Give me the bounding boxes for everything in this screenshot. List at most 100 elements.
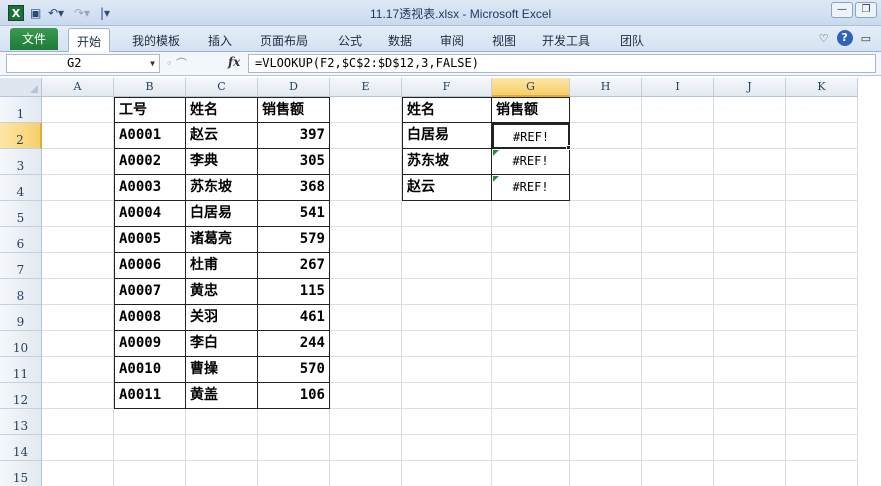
table-header-cell[interactable]: 姓名 xyxy=(186,97,258,123)
row-header-6[interactable]: 6 xyxy=(0,227,42,253)
row-header-1[interactable]: 1 xyxy=(0,97,42,123)
table-cell[interactable]: A0005 xyxy=(114,227,186,253)
table-cell[interactable]: 黄忠 xyxy=(186,279,258,305)
table-cell[interactable]: 305 xyxy=(258,149,330,175)
tab-developer[interactable]: 开发工具 xyxy=(542,32,590,49)
row-header-13[interactable]: 13 xyxy=(0,409,42,435)
row-header-11[interactable]: 11 xyxy=(0,357,42,383)
column-header-d[interactable]: D xyxy=(258,78,330,97)
tab-my-templates[interactable]: 我的模板 xyxy=(132,32,180,49)
name-box[interactable]: G2 ▼ xyxy=(6,54,160,73)
ribbon-options-icon[interactable]: ▭ xyxy=(861,32,871,45)
save-icon[interactable]: ▣ xyxy=(30,4,41,22)
tab-insert[interactable]: 插入 xyxy=(208,32,232,49)
table-cell[interactable]: 苏东坡 xyxy=(186,175,258,201)
row-header-10[interactable]: 10 xyxy=(0,331,42,357)
table-cell[interactable]: 570 xyxy=(258,357,330,383)
column-header-k[interactable]: K xyxy=(786,78,858,97)
row-header-3[interactable]: 3 xyxy=(0,149,42,175)
table-cell[interactable]: 397 xyxy=(258,123,330,149)
excel-app-icon[interactable]: X xyxy=(8,5,24,21)
table-cell[interactable]: 白居易 xyxy=(186,201,258,227)
table-header-cell[interactable]: 工号 xyxy=(114,97,186,123)
select-all-button[interactable] xyxy=(0,78,42,97)
table-cell[interactable]: A0011 xyxy=(114,383,186,409)
table-cell[interactable]: 赵云 xyxy=(186,123,258,149)
tab-review[interactable]: 审阅 xyxy=(440,32,464,49)
table-cell[interactable]: 267 xyxy=(258,253,330,279)
formula-bar: G2 ▼ ◦ ⌒ fx =VLOOKUP(F2,$C$2:$D$12,3,FAL… xyxy=(0,52,881,76)
column-header-g[interactable]: G xyxy=(492,78,570,97)
table-cell[interactable]: 541 xyxy=(258,201,330,227)
table-cell[interactable]: A0001 xyxy=(114,123,186,149)
table-cell[interactable]: 李白 xyxy=(186,331,258,357)
tab-home[interactable]: 开始 xyxy=(68,28,111,52)
column-header-i[interactable]: I xyxy=(642,78,714,97)
table-cell[interactable]: 244 xyxy=(258,331,330,357)
lookup-name-cell[interactable]: 苏东坡 xyxy=(402,149,492,175)
row-header-12[interactable]: 12 xyxy=(0,383,42,409)
column-header-h[interactable]: H xyxy=(570,78,642,97)
chevron-down-icon[interactable]: ▼ xyxy=(150,55,155,72)
tab-file[interactable]: 文件 xyxy=(10,28,58,50)
table-cell[interactable]: 黄盖 xyxy=(186,383,258,409)
row-header-9[interactable]: 9 xyxy=(0,305,42,331)
table-cell[interactable]: 曹操 xyxy=(186,357,258,383)
column-header-f[interactable]: F xyxy=(402,78,492,97)
lookup-result-cell[interactable]: #REF! xyxy=(492,149,570,175)
table-cell[interactable]: A0004 xyxy=(114,201,186,227)
table-cell[interactable]: 关羽 xyxy=(186,305,258,331)
row-header-2[interactable]: 2 xyxy=(0,123,42,149)
minimize-ribbon-icon[interactable]: ♡ xyxy=(819,32,829,45)
tab-view[interactable]: 视图 xyxy=(492,32,516,49)
column-header-b[interactable]: B xyxy=(114,78,186,97)
redo-icon[interactable]: ↷▾ xyxy=(74,4,90,22)
row-header-7[interactable]: 7 xyxy=(0,253,42,279)
table-cell[interactable]: A0003 xyxy=(114,175,186,201)
help-icon[interactable]: ? xyxy=(836,30,853,46)
row-header-14[interactable]: 14 xyxy=(0,435,42,461)
table-cell[interactable]: 106 xyxy=(258,383,330,409)
column-header-c[interactable]: C xyxy=(186,78,258,97)
undo-icon[interactable]: ↶▾ xyxy=(48,4,64,22)
row-header-5[interactable]: 5 xyxy=(0,201,42,227)
table-cell[interactable]: 诸葛亮 xyxy=(186,227,258,253)
table-cell[interactable]: A0007 xyxy=(114,279,186,305)
table-cell[interactable]: 461 xyxy=(258,305,330,331)
customize-qat-icon[interactable]: |▾ xyxy=(100,4,110,22)
minimize-icon[interactable]: — xyxy=(831,2,853,18)
table-cell[interactable]: A0010 xyxy=(114,357,186,383)
tab-data[interactable]: 数据 xyxy=(388,32,412,49)
active-cell[interactable]: #REF! xyxy=(492,123,570,149)
gridline-horizontal xyxy=(42,434,858,435)
fill-handle[interactable] xyxy=(566,145,571,150)
table-cell[interactable]: 368 xyxy=(258,175,330,201)
formula-input[interactable]: =VLOOKUP(F2,$C$2:$D$12,3,FALSE) xyxy=(248,54,876,73)
tab-team[interactable]: 团队 xyxy=(620,32,644,49)
table-cell[interactable]: A0006 xyxy=(114,253,186,279)
column-header-a[interactable]: A xyxy=(42,78,114,97)
row-header-4[interactable]: 4 xyxy=(0,175,42,201)
column-header-j[interactable]: J xyxy=(714,78,786,97)
column-header-e[interactable]: E xyxy=(330,78,402,97)
restore-icon[interactable]: ❐ xyxy=(855,2,877,18)
lookup-name-cell[interactable]: 白居易 xyxy=(402,123,492,149)
table-header-cell[interactable]: 销售额 xyxy=(258,97,330,123)
lookup-header-cell[interactable]: 姓名 xyxy=(402,97,492,123)
lookup-name-cell[interactable]: 赵云 xyxy=(402,175,492,201)
table-cell[interactable]: A0002 xyxy=(114,149,186,175)
tab-page-layout[interactable]: 页面布局 xyxy=(260,32,308,49)
row-header-15[interactable]: 15 xyxy=(0,461,42,486)
lookup-result-cell[interactable]: #REF! xyxy=(492,175,570,201)
formula-edit-buttons[interactable]: ◦ ⌒ xyxy=(166,55,187,71)
row-header-8[interactable]: 8 xyxy=(0,279,42,305)
table-cell[interactable]: 579 xyxy=(258,227,330,253)
table-cell[interactable]: 115 xyxy=(258,279,330,305)
table-cell[interactable]: A0008 xyxy=(114,305,186,331)
insert-function-icon[interactable]: fx xyxy=(228,55,240,69)
table-cell[interactable]: A0009 xyxy=(114,331,186,357)
tab-formulas[interactable]: 公式 xyxy=(338,32,362,49)
table-cell[interactable]: 杜甫 xyxy=(186,253,258,279)
lookup-header-cell[interactable]: 销售额 xyxy=(492,97,570,123)
table-cell[interactable]: 李典 xyxy=(186,149,258,175)
